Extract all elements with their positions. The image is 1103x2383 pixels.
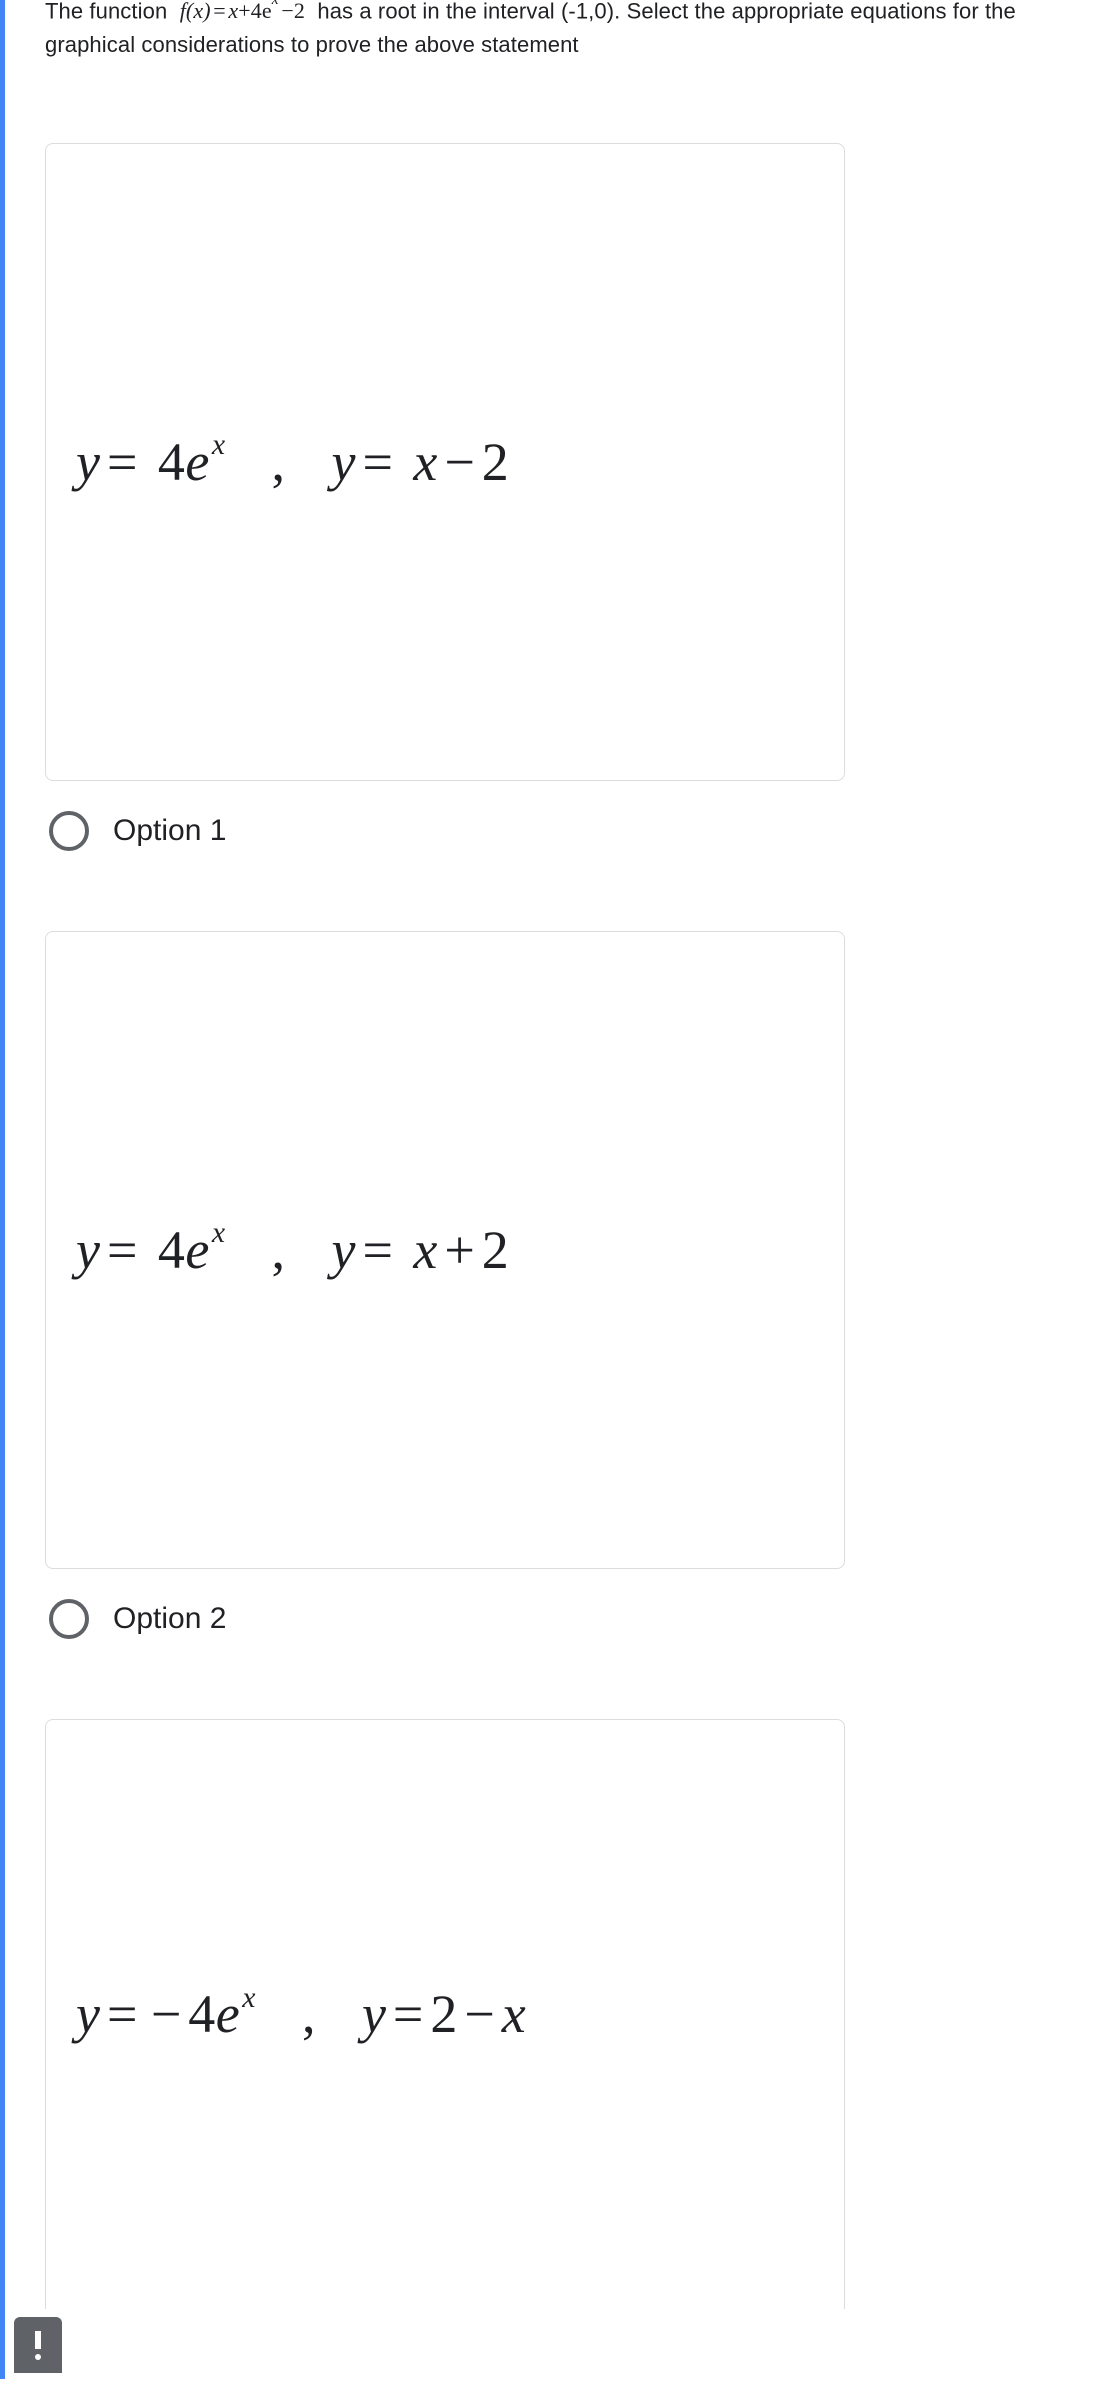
option-1-radio-row[interactable]: Option 1 bbox=[45, 811, 1063, 851]
option-2-label: Option 2 bbox=[113, 1602, 226, 1636]
option-3-wrap: y=−4ex , y=2−x bbox=[45, 1719, 1063, 2309]
exclamation-icon bbox=[35, 2331, 41, 2360]
option-1-label: Option 1 bbox=[113, 814, 226, 848]
radio-icon[interactable] bbox=[49, 1599, 89, 1639]
option-2-radio-row[interactable]: Option 2 bbox=[45, 1599, 1063, 1639]
option-2-wrap: y=4ex , y=x+2 Option 2 bbox=[45, 931, 1063, 1639]
option-2-eq2: y=x+2 bbox=[332, 1219, 510, 1281]
option-3-image: y=−4ex , y=2−x bbox=[45, 1719, 845, 2309]
radio-icon[interactable] bbox=[49, 811, 89, 851]
option-1-image: y=4ex , y=x−2 bbox=[45, 143, 845, 781]
comma-icon: , bbox=[272, 431, 286, 493]
question-math: f(x)=x+4ex−2 bbox=[180, 0, 305, 23]
comma-icon: , bbox=[272, 1219, 286, 1281]
option-1-eq1: y=4ex bbox=[76, 431, 226, 493]
comma-icon: , bbox=[302, 1983, 316, 2045]
option-1-equations: y=4ex , y=x−2 bbox=[76, 431, 509, 493]
question-text: The function f(x)=x+4ex−2 has a root in … bbox=[45, 0, 1063, 63]
question-prefix: The function bbox=[45, 0, 180, 23]
option-3-eq2: y=2−x bbox=[362, 1983, 526, 2045]
option-2-equations: y=4ex , y=x+2 bbox=[76, 1219, 509, 1281]
option-3-equations: y=−4ex , y=2−x bbox=[76, 1983, 526, 2045]
option-2-image: y=4ex , y=x+2 bbox=[45, 931, 845, 1569]
option-1-wrap: y=4ex , y=x−2 Option 1 bbox=[45, 143, 1063, 851]
report-problem-button[interactable] bbox=[14, 2317, 62, 2373]
question-card: The function f(x)=x+4ex−2 has a root in … bbox=[0, 0, 1103, 2379]
option-3-eq1: y=−4ex bbox=[76, 1983, 256, 2045]
option-2-eq1: y=4ex bbox=[76, 1219, 226, 1281]
option-1-eq2: y=x−2 bbox=[332, 431, 510, 493]
